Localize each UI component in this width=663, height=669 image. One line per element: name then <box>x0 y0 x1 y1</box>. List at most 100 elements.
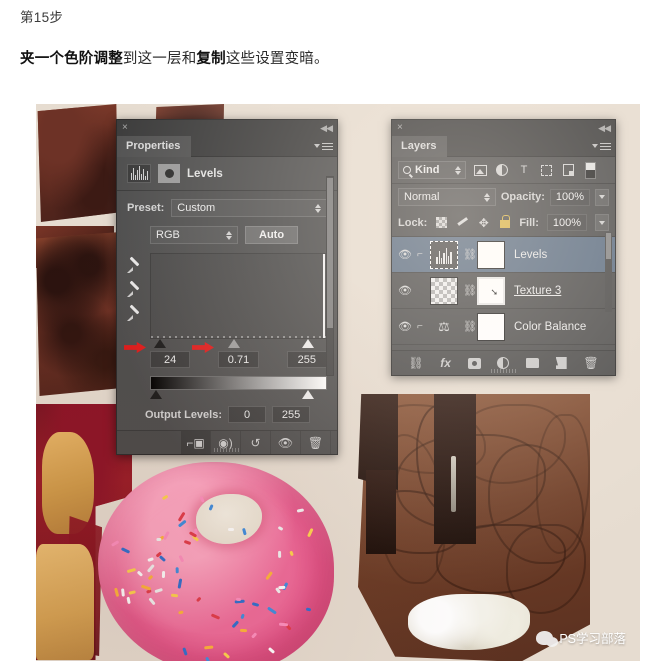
sprinkle <box>228 528 235 532</box>
preset-select[interactable]: Custom <box>171 199 327 217</box>
input-black-point-handle[interactable] <box>154 339 166 348</box>
input-midtone-handle[interactable] <box>228 339 240 348</box>
sprinkle <box>120 588 125 597</box>
collapse-icon[interactable]: ◀◀ <box>598 123 611 134</box>
lock-position-icon[interactable]: ✥ <box>477 216 490 230</box>
output-black-handle[interactable] <box>150 390 162 399</box>
clip-to-layer-icon[interactable]: ⌐▣ <box>181 431 211 454</box>
set-white-point-eyedropper-icon[interactable] <box>127 307 142 322</box>
levels-icon[interactable] <box>127 164 151 183</box>
opacity-label: Opacity: <box>500 191 545 203</box>
watermark-text: PS学习部落 <box>559 632 626 646</box>
color-balance-thumb[interactable]: ⚖ <box>430 312 458 341</box>
panel-menu-icon[interactable] <box>314 141 333 152</box>
input-shadow-field[interactable]: 24 <box>150 351 191 368</box>
input-highlight-field[interactable]: 255 <box>286 351 327 368</box>
layer-mask-icon[interactable] <box>158 164 180 183</box>
output-highlight-field[interactable]: 255 <box>272 406 311 423</box>
reset-adjustment-icon[interactable]: ↺ <box>241 431 271 454</box>
output-levels-row: Output Levels: 0 255 <box>145 406 327 423</box>
chevron-down-icon <box>592 144 598 148</box>
panel-menu-icon[interactable] <box>592 141 611 152</box>
close-icon[interactable]: × <box>122 123 128 133</box>
layer-visibility-icon[interactable]: 👁 <box>398 320 412 333</box>
transparent-checker-thumb[interactable]: ➘ <box>430 276 610 369</box>
toggle-visibility-icon[interactable]: 👁 <box>271 431 301 454</box>
fill-chevron-down-icon[interactable] <box>595 214 609 231</box>
clipping-mask-icon: ⌐ <box>417 321 423 332</box>
levels-histogram[interactable] <box>150 253 327 339</box>
sprinkle <box>277 585 286 589</box>
search-icon <box>403 166 411 174</box>
auto-button[interactable]: Auto <box>245 226 299 244</box>
filter-smart-object-icon[interactable] <box>560 162 576 178</box>
lock-transparent-pixels-icon[interactable] <box>435 216 448 229</box>
fill-label: Fill: <box>519 216 539 229</box>
panel-resize-grip[interactable] <box>490 369 517 373</box>
sprinkle <box>175 567 179 575</box>
filter-type-icon[interactable]: T <box>516 162 532 178</box>
delete-adjustment-icon[interactable]: 🗑 <box>301 431 331 454</box>
table-row[interactable]: 👁 ➘ ⛓ ➘ Texture 3 <box>392 273 615 369</box>
stepper-icon <box>226 230 232 240</box>
add-layer-mask-icon[interactable] <box>467 357 481 369</box>
filter-adjustment-icon[interactable] <box>494 162 510 178</box>
input-midtone-field[interactable]: 0.71 <box>218 351 259 368</box>
preset-label: Preset: <box>127 202 165 214</box>
link-mask-icon[interactable]: ⛓ <box>463 284 477 297</box>
layer-style-fx-icon[interactable]: fx <box>440 356 451 370</box>
opacity-chevron-down-icon[interactable] <box>595 188 609 206</box>
tab-layers[interactable]: Layers <box>392 135 448 157</box>
properties-titlebar: × ◀◀ <box>117 120 337 136</box>
filter-pixel-icon[interactable] <box>472 162 488 178</box>
pastry-crumb-bottom <box>36 544 94 660</box>
delete-layer-icon[interactable]: 🗑 <box>583 356 598 370</box>
layer-mask-thumbnail[interactable]: ➘ <box>477 276 505 305</box>
collapse-icon[interactable]: ◀◀ <box>320 123 333 134</box>
output-white-handle[interactable] <box>302 390 314 399</box>
set-black-point-eyedropper-icon[interactable] <box>127 259 142 274</box>
table-row[interactable]: 👁 ⌐ ⚖ ⛓ Color Balance <box>392 309 615 345</box>
set-gray-point-eyedropper-icon[interactable] <box>127 283 142 298</box>
levels-adjustment-thumb[interactable] <box>430 240 458 269</box>
link-mask-icon[interactable]: ⛓ <box>463 320 477 333</box>
lock-image-pixels-icon[interactable] <box>456 216 469 229</box>
table-row[interactable]: 👁 ⌐ ⛓ Levels <box>392 237 615 273</box>
new-group-icon[interactable] <box>526 358 539 368</box>
filter-kind-select[interactable]: Kind <box>398 161 466 179</box>
new-layer-icon[interactable] <box>555 357 567 369</box>
panel-resize-grip[interactable] <box>214 448 240 452</box>
layers-panel[interactable]: × ◀◀ Layers Kind T Normal Opacity: 100% … <box>391 119 616 376</box>
output-levels-slider[interactable] <box>150 390 327 400</box>
fill-value[interactable]: 100% <box>546 214 588 231</box>
lock-all-icon[interactable] <box>498 215 511 229</box>
layer-mask-thumbnail[interactable] <box>477 240 505 269</box>
adjustment-title: Levels <box>187 167 223 180</box>
layer-mask-thumbnail[interactable] <box>477 312 505 341</box>
properties-body: Preset: Custom RGB Auto 24 0.71 255 Outp… <box>117 191 337 423</box>
chocolate-slab-top-left <box>37 104 118 222</box>
filter-shape-icon[interactable] <box>538 162 554 178</box>
input-white-point-handle[interactable] <box>302 339 314 348</box>
output-shadow-field[interactable]: 0 <box>228 406 267 423</box>
close-icon[interactable]: × <box>397 123 403 133</box>
filter-toggle-switch[interactable] <box>582 161 598 179</box>
channel-select[interactable]: RGB <box>150 226 238 244</box>
properties-scrollbar[interactable] <box>326 176 334 376</box>
blend-mode-select[interactable]: Normal <box>398 188 496 206</box>
layers-scrollbar[interactable] <box>605 232 612 312</box>
layer-list: 👁 ⌐ ⛓ Levels 👁 ➘ ⛓ <box>392 237 615 369</box>
tab-properties[interactable]: Properties <box>117 135 192 157</box>
opacity-value[interactable]: 100% <box>549 188 590 206</box>
blend-mode-row: Normal Opacity: 100% <box>392 184 615 210</box>
properties-panel[interactable]: × ◀◀ Properties Levels Preset: Custom RG… <box>116 119 338 455</box>
new-adjustment-layer-icon[interactable] <box>497 357 510 369</box>
input-levels-slider[interactable] <box>150 339 327 349</box>
layer-visibility-icon[interactable]: 👁 <box>398 284 412 297</box>
clipping-mask-icon: ⌐ <box>417 249 423 260</box>
photoshop-canvas-screenshot: × ◀◀ Properties Levels Preset: Custom RG… <box>36 104 640 661</box>
layer-visibility-icon[interactable]: 👁 <box>398 248 412 261</box>
link-mask-icon[interactable]: ⛓ <box>463 248 477 261</box>
lock-label: Lock: <box>398 216 428 229</box>
link-layers-icon[interactable]: ⛓ <box>408 356 423 370</box>
